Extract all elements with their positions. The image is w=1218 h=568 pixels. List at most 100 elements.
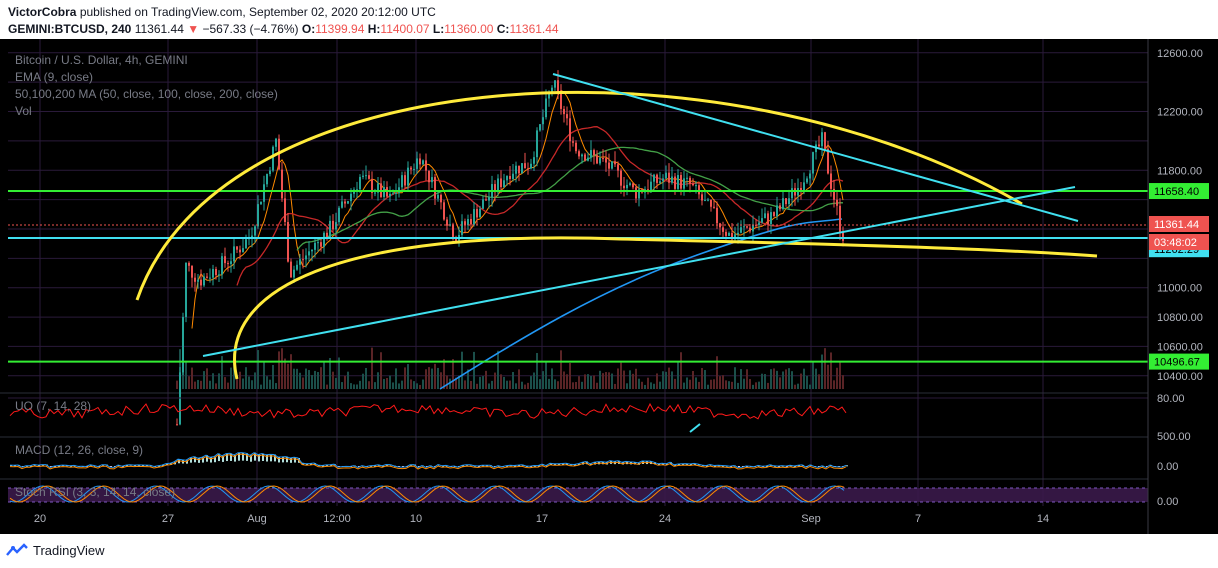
volume-bar — [359, 380, 361, 389]
candle-body — [314, 242, 316, 250]
candle-body — [275, 138, 277, 147]
volume-bar — [428, 367, 430, 389]
volume-bar — [479, 376, 481, 389]
candle-body — [431, 177, 433, 183]
volume-bar — [809, 384, 811, 389]
stoch-tick-label: 0.00 — [1157, 496, 1178, 508]
volume-bar — [839, 361, 841, 389]
volume-bar — [236, 378, 238, 389]
candle-body — [698, 185, 700, 195]
volume-bar — [230, 367, 232, 389]
legend-ma[interactable]: 50,100,200 MA (50, close, 100, close, 20… — [15, 87, 278, 101]
author-name[interactable]: VictorCobra — [8, 5, 76, 19]
volume-bar — [704, 370, 706, 389]
volume-bar — [197, 379, 199, 389]
chart-area[interactable]: 10400.00 10600.00 10800.00 11000.00 11800.00… — [0, 39, 1218, 534]
volume-bar — [593, 375, 595, 389]
volume-bar — [737, 382, 739, 389]
level-label: 11658.40 — [1154, 186, 1199, 198]
uo-label[interactable]: UO (7, 14, 28) — [15, 399, 91, 413]
volume-bar — [422, 379, 424, 389]
candle-body — [260, 201, 262, 205]
volume-bar — [647, 377, 649, 389]
volume-bar — [611, 373, 613, 389]
volume-bar — [776, 370, 778, 389]
candle-body — [422, 160, 424, 165]
candle-body — [488, 197, 490, 201]
volume-bar — [608, 372, 610, 389]
y-tick-label: 10600.00 — [1157, 341, 1203, 353]
candle-body — [527, 168, 529, 170]
candle-body — [263, 184, 265, 202]
candle-body — [761, 218, 763, 223]
volume-bar — [431, 368, 433, 389]
candle-body — [410, 167, 412, 170]
candle-body — [344, 201, 346, 204]
candle-body — [737, 232, 739, 235]
candle-body — [581, 154, 583, 157]
candle-body — [272, 146, 274, 171]
volume-bar — [353, 384, 355, 389]
volume-bar — [497, 350, 499, 389]
volume-bar — [245, 367, 247, 389]
volume-bar — [560, 350, 562, 389]
legend-vol[interactable]: Vol — [15, 104, 32, 118]
volume-bar — [299, 372, 301, 389]
candle-body — [230, 261, 232, 264]
candle-body — [209, 277, 211, 279]
volume-bar — [293, 368, 295, 389]
footer-brand[interactable]: TradingView — [33, 543, 105, 558]
candle-body — [269, 170, 271, 175]
volume-bar — [503, 376, 505, 389]
x-tick-label: 14 — [1037, 513, 1049, 525]
volume-bar — [749, 379, 751, 389]
volume-bars — [176, 347, 844, 389]
open-value: 11399.94 — [315, 22, 365, 36]
x-tick-label: 10 — [410, 513, 422, 525]
candle-body — [707, 199, 709, 201]
candle-body — [569, 118, 571, 142]
candle-body — [791, 188, 793, 199]
volume-bar — [305, 368, 307, 389]
volume-bar — [572, 382, 574, 389]
volume-bar — [833, 380, 835, 389]
uo-trendline — [689, 423, 701, 433]
volume-bar — [278, 351, 280, 389]
ma100-line — [236, 126, 844, 286]
candle-body — [668, 172, 670, 183]
volume-bar — [317, 372, 319, 389]
candle-body — [347, 201, 349, 204]
volume-bar — [356, 384, 358, 389]
chart-svg[interactable]: 10400.00 10600.00 10800.00 11000.00 11800.00… — [0, 39, 1218, 534]
candle-body — [233, 246, 235, 262]
y-tick-label: 11800.00 — [1157, 165, 1202, 177]
candle-body — [509, 176, 511, 179]
candle-body — [728, 232, 730, 236]
volume-bar — [335, 377, 337, 389]
candle-body — [785, 198, 787, 205]
volume-bar — [314, 370, 316, 389]
legend-ema[interactable]: EMA (9, close) — [15, 70, 93, 84]
candle-body — [518, 165, 520, 174]
candle-body — [653, 174, 655, 182]
candle-body — [836, 199, 838, 206]
candle-body — [662, 178, 664, 182]
volume-bar — [836, 367, 838, 389]
volume-bar — [752, 384, 754, 389]
volume-bar — [806, 375, 808, 389]
candle-body — [566, 114, 568, 119]
x-tick-label: 17 — [536, 513, 548, 525]
volume-bar — [392, 382, 394, 389]
volume-bar — [827, 364, 829, 389]
x-tick-label: Sep — [801, 513, 821, 525]
candle-body — [242, 248, 244, 253]
candle-body — [416, 158, 418, 169]
macd-label[interactable]: MACD (12, 26, close, 9) — [15, 443, 143, 457]
stoch-label[interactable]: Stoch RSI (3, 3, 14, 14, close) — [15, 485, 175, 499]
yellow-lower-arc — [233, 236, 1098, 380]
volume-bar — [581, 381, 583, 389]
volume-bar — [575, 382, 577, 389]
volume-bar — [509, 380, 511, 389]
symbol: GEMINI:BTCUSD, 240 — [8, 22, 132, 36]
candle-body — [821, 132, 823, 147]
